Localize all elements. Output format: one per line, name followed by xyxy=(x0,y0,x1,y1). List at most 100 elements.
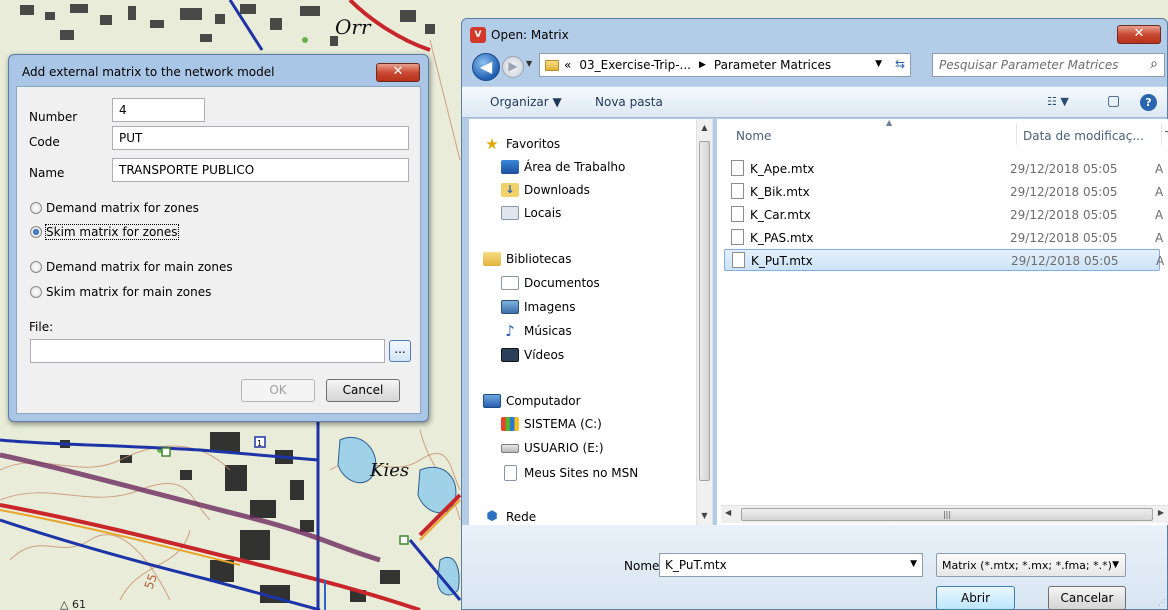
file-row-selected[interactable]: K_PuT.mtx 29/12/2018 05:05 A xyxy=(724,249,1164,271)
browse-button[interactable]: ... xyxy=(389,340,411,362)
number-field[interactable]: 4 xyxy=(112,98,205,122)
nav-label: Locais xyxy=(524,206,562,220)
nav-network[interactable]: ⬢ Rede xyxy=(483,509,536,525)
search-input[interactable]: Pesquisar Parameter Matrices ⌕ xyxy=(932,53,1165,77)
file-type: A xyxy=(1155,185,1164,199)
forward-arrow-icon[interactable]: ▶ xyxy=(502,56,524,78)
breadcrumb-separator-icon[interactable]: ▶ xyxy=(699,60,706,70)
libraries-icon xyxy=(483,252,501,266)
address-bar[interactable]: « 03_Exercise-Trip-... ▶ Parameter Matri… xyxy=(539,53,911,77)
radio-label: Demand matrix for zones xyxy=(46,201,199,215)
organize-menu[interactable]: Organizar ▼ xyxy=(490,95,562,109)
dialog-titlebar[interactable]: Add external matrix to the network model… xyxy=(9,55,428,87)
help-icon[interactable]: ? xyxy=(1140,94,1157,111)
address-dropdown-icon[interactable]: ▼ xyxy=(875,59,882,69)
nav-label: Meus Sites no MSN xyxy=(524,466,639,480)
open-button[interactable]: Abrir xyxy=(936,586,1015,610)
computer-icon xyxy=(483,394,501,408)
radio-demand-zones[interactable]: Demand matrix for zones xyxy=(30,200,199,216)
scroll-up-icon[interactable]: ▲ xyxy=(697,123,712,132)
close-button[interactable]: ✕ xyxy=(376,63,420,82)
file-row[interactable]: K_Bik.mtx 29/12/2018 05:05 A xyxy=(724,181,1164,203)
dialog-body: Number 4 Code PUT Name TRANSPORTE PUBLIC… xyxy=(16,86,421,414)
nav-label: Computador xyxy=(506,394,581,408)
new-folder-button[interactable]: Nova pasta xyxy=(595,95,663,109)
nav-item-msn-sites[interactable]: Meus Sites no MSN xyxy=(501,465,638,481)
radio-label: Demand matrix for main zones xyxy=(46,260,233,274)
column-divider[interactable] xyxy=(1016,123,1017,145)
nav-label: Vídeos xyxy=(524,348,565,362)
file-date: 29/12/2018 05:05 xyxy=(1010,185,1118,199)
close-button[interactable]: ✕ xyxy=(1117,25,1161,44)
filename-input[interactable]: K_PuT.mtx ▼ xyxy=(659,553,923,577)
refresh-icon[interactable]: ⇆ xyxy=(895,57,905,71)
file-row[interactable]: K_Ape.mtx 29/12/2018 05:05 A xyxy=(724,158,1164,180)
file-row[interactable]: K_PAS.mtx 29/12/2018 05:05 A xyxy=(724,227,1163,249)
recent-locations-dropdown-icon[interactable]: ▼ xyxy=(526,59,532,68)
radio-circle xyxy=(30,286,42,298)
nav-item-desktop[interactable]: Área de Trabalho xyxy=(501,160,625,174)
nav-computer[interactable]: Computador xyxy=(483,394,581,408)
file-name: K_PAS.mtx xyxy=(750,231,814,245)
column-header-name[interactable]: Nome xyxy=(736,129,771,143)
nav-favorites[interactable]: ★ Favoritos xyxy=(483,137,561,152)
code-label: Code xyxy=(29,135,60,149)
breadcrumb-overflow[interactable]: « xyxy=(564,58,571,72)
radio-label: Skim matrix for main zones xyxy=(46,285,212,299)
add-matrix-dialog: Add external matrix to the network model… xyxy=(8,54,429,422)
nav-libraries[interactable]: Bibliotecas xyxy=(483,252,571,266)
nav-label: SISTEMA (C:) xyxy=(524,417,602,431)
map-label-kies: Kies xyxy=(369,460,409,481)
navigation-scrollbar[interactable]: ▲ ▼ xyxy=(696,119,712,525)
network-icon: ⬢ xyxy=(486,509,498,524)
file-icon xyxy=(731,183,744,199)
ok-button[interactable]: OK xyxy=(241,379,315,402)
resize-grip-icon[interactable]: ⋰ xyxy=(1158,598,1166,607)
file-name: K_PuT.mtx xyxy=(751,254,813,268)
nav-label: USUARIO (E:) xyxy=(524,441,604,455)
cancel-button[interactable]: Cancelar xyxy=(1048,586,1126,610)
radio-skim-main-zones[interactable]: Skim matrix for main zones xyxy=(30,284,211,300)
file-date: 29/12/2018 05:05 xyxy=(1010,162,1118,176)
file-type-select[interactable]: Matrix (*.mtx; *.mx; *.fma; *.*) ▼ xyxy=(936,553,1126,577)
scroll-right-icon[interactable]: ▶ xyxy=(1158,508,1164,517)
scrollbar-thumb[interactable]: ||| xyxy=(741,508,1153,521)
scroll-down-icon[interactable]: ▼ xyxy=(697,511,712,520)
nav-item-music[interactable]: ♪ Músicas xyxy=(501,324,572,339)
cancel-button[interactable]: Cancel xyxy=(326,379,400,402)
nav-item-places[interactable]: Locais xyxy=(501,206,561,220)
number-label: Number xyxy=(29,110,78,124)
file-icon xyxy=(504,465,517,481)
file-name: K_Ape.mtx xyxy=(750,162,815,176)
views-icon[interactable]: ☷ ▼ xyxy=(1047,95,1069,108)
navigation-pane[interactable]: ★ Favoritos Área de Trabalho ↓ Downloads… xyxy=(469,119,713,525)
radio-demand-main-zones[interactable]: Demand matrix for main zones xyxy=(30,259,233,275)
nav-label: Favoritos xyxy=(506,137,561,151)
file-list-horizontal-scrollbar[interactable]: ◀ ||| ▶ xyxy=(721,505,1168,523)
scrollbar-thumb[interactable] xyxy=(699,141,710,481)
search-icon[interactable]: ⌕ xyxy=(1150,56,1158,72)
preview-pane-icon[interactable]: ▢ xyxy=(1107,93,1120,109)
nav-item-drive-c[interactable]: SISTEMA (C:) xyxy=(501,417,602,431)
open-matrix-dialog: V Open: Matrix ✕ ◀ ▶ ▼ « 03_Exercise-Tri… xyxy=(461,18,1168,610)
code-field[interactable]: PUT xyxy=(112,126,409,150)
column-divider[interactable] xyxy=(1161,123,1162,145)
nav-item-documents[interactable]: Documentos xyxy=(501,276,600,290)
name-field[interactable]: TRANSPORTE PUBLICO xyxy=(112,158,409,182)
file-type: A xyxy=(1155,162,1164,176)
column-header-date[interactable]: Data de modificaç... xyxy=(1023,129,1144,143)
system-drive-icon xyxy=(501,417,519,431)
filename-dropdown-icon[interactable]: ▼ xyxy=(910,559,917,569)
scroll-left-icon[interactable]: ◀ xyxy=(725,508,731,517)
file-name: K_Car.mtx xyxy=(750,208,811,222)
nav-item-videos[interactable]: Vídeos xyxy=(501,348,564,362)
file-row[interactable]: K_Car.mtx 29/12/2018 05:05 A xyxy=(724,204,1163,226)
nav-item-drive-e[interactable]: USUARIO (E:) xyxy=(501,441,604,455)
breadcrumb-segment[interactable]: 03_Exercise-Trip-... xyxy=(579,58,691,72)
radio-skim-zones[interactable]: Skim matrix for zones xyxy=(30,224,179,240)
back-arrow-icon[interactable]: ◀ xyxy=(472,53,500,81)
nav-item-images[interactable]: Imagens xyxy=(501,300,575,314)
file-path-field[interactable] xyxy=(30,339,385,363)
breadcrumb-segment-current[interactable]: Parameter Matrices xyxy=(714,58,831,72)
nav-item-downloads[interactable]: ↓ Downloads xyxy=(501,183,590,197)
